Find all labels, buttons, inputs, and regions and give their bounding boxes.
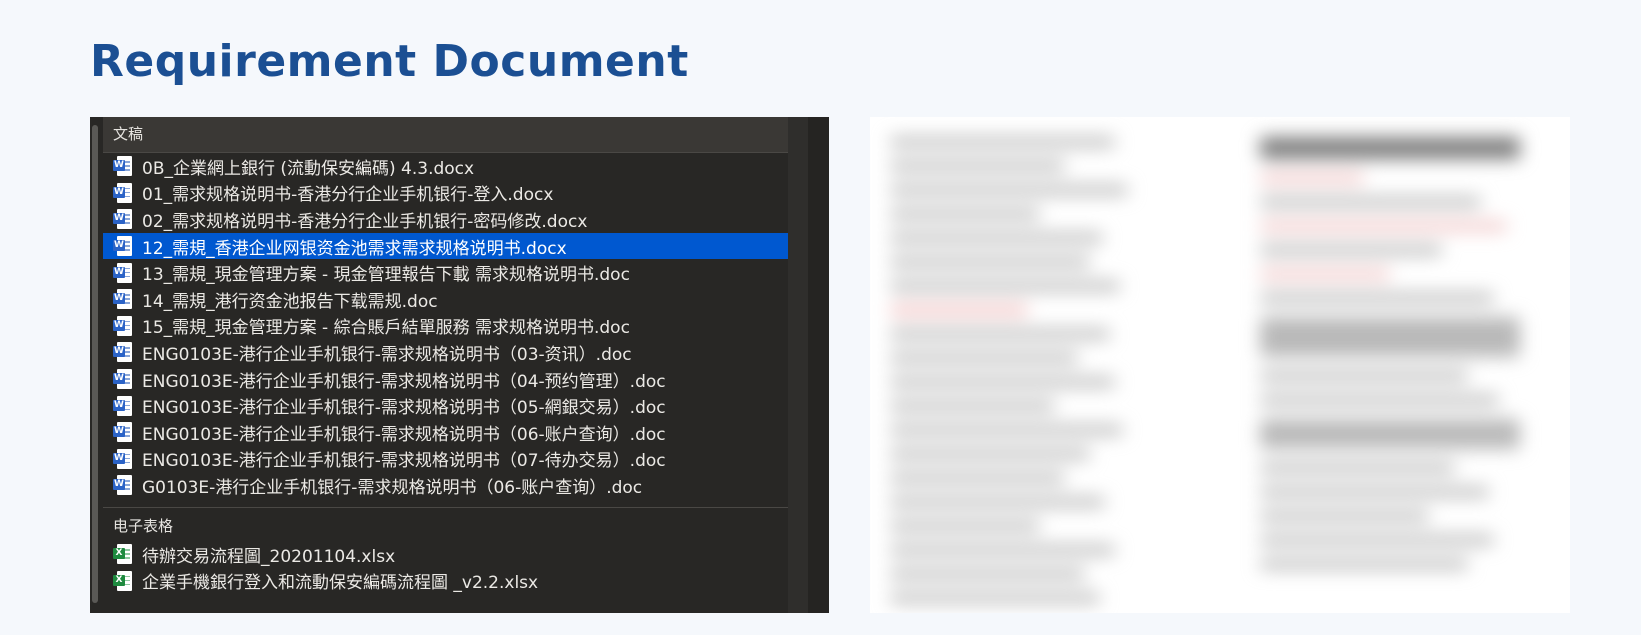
document-file-row[interactable]: W 02_需求规格说明书-香港分行企业手机银行-密码修改.docx	[103, 206, 788, 233]
file-name-label: ENG0103E-港行企业手机银行-需求规格说明书（04-预约管理）.doc	[142, 371, 666, 392]
preview-right-column	[1260, 137, 1520, 583]
scrollbar-thumb[interactable]	[92, 125, 98, 603]
document-file-row[interactable]: W 12_需規_香港企业网银资金池需求需求规格说明书.docx	[103, 232, 788, 260]
word-icon: W	[113, 235, 132, 257]
column-gutter	[808, 117, 829, 613]
finder-file-list-panel: 文稿 W 0B_企業網上銀行 (流動保安編碼) 4.3.docx W 01_需求规格说…	[90, 117, 829, 613]
file-name-label: 12_需規_香港企业网银资金池需求需求规格说明书.docx	[142, 238, 567, 259]
preview-left-column	[890, 137, 1140, 613]
file-name-label: 待辦交易流程圖_20201104.xlsx	[142, 546, 396, 567]
document-file-row[interactable]: W ENG0103E-港行企业手机银行-需求规格说明书（06-账户查询）.doc	[103, 419, 788, 446]
document-file-row[interactable]: W 14_需規_港行资金池报告下载需规.doc	[103, 286, 788, 313]
word-icon: W	[113, 262, 132, 284]
document-file-row[interactable]: W G0103E-港行企业手机银行-需求规格说明书（06-账户查询）.doc	[103, 472, 788, 499]
word-icon: W	[113, 288, 132, 310]
file-name-label: G0103E-港行企业手机银行-需求规格说明书（06-账户查询）.doc	[142, 477, 643, 498]
document-file-row[interactable]: W ENG0103E-港行企业手机银行-需求规格说明书（07-待办交易）.doc	[103, 446, 788, 473]
file-name-label: 0B_企業網上銀行 (流動保安編碼) 4.3.docx	[142, 158, 475, 179]
word-icon: W	[113, 368, 132, 390]
document-file-row[interactable]: W 0B_企業網上銀行 (流動保安編碼) 4.3.docx	[103, 153, 788, 180]
file-name-label: ENG0103E-港行企业手机银行-需求规格说明书（03-资讯）.doc	[142, 344, 632, 365]
file-name-label: ENG0103E-港行企业手机银行-需求规格说明书（06-账户查询）.doc	[142, 424, 666, 445]
word-icon: W	[113, 395, 132, 417]
spreadsheet-file-row[interactable]: X 企業手機銀行登入和流動保安編碼流程圖 _v2.2.xlsx	[103, 567, 788, 594]
document-file-row[interactable]: W 01_需求规格说明书-香港分行企业手机银行-登入.docx	[103, 180, 788, 207]
word-icon: W	[113, 208, 132, 230]
file-name-label: 14_需規_港行资金池报告下载需规.doc	[142, 291, 438, 312]
document-preview-blurred	[870, 117, 1570, 613]
document-file-row[interactable]: W 15_需規_現金管理方案 - 綜合賬戶結單服務 需求规格说明书.doc	[103, 313, 788, 340]
file-name-label: 13_需規_現金管理方案 - 現金管理報告下載 需求规格说明书.doc	[142, 265, 630, 286]
excel-icon: X	[113, 570, 132, 592]
file-name-label: 15_需規_現金管理方案 - 綜合賬戶結單服務 需求规格说明书.doc	[142, 318, 630, 339]
file-list: 文稿 W 0B_企業網上銀行 (流動保安編碼) 4.3.docx W 01_需求规格说…	[103, 117, 829, 594]
spreadsheet-file-row[interactable]: X 待辦交易流程圖_20201104.xlsx	[103, 541, 788, 568]
documents-list: W 0B_企業網上銀行 (流動保安編碼) 4.3.docx W 01_需求规格说明书-…	[103, 153, 829, 499]
document-file-row[interactable]: W 13_需規_現金管理方案 - 現金管理報告下載 需求规格说明书.doc	[103, 259, 788, 286]
word-icon: W	[113, 182, 132, 204]
file-name-label: 02_需求规格说明书-香港分行企业手机银行-密码修改.docx	[142, 211, 588, 232]
spreadsheets-list: X 待辦交易流程圖_20201104.xlsx X 企業手機銀行登入和流動保安編碼流程…	[103, 541, 829, 594]
file-name-label: ENG0103E-港行企业手机银行-需求规格说明书（07-待办交易）.doc	[142, 451, 666, 472]
word-icon: W	[113, 421, 132, 443]
excel-icon: X	[113, 543, 132, 565]
word-icon: W	[113, 155, 132, 177]
documents-section-header: 文稿	[103, 117, 788, 153]
file-name-label: ENG0103E-港行企业手机银行-需求规格说明书（05-網銀交易）.doc	[142, 398, 666, 419]
spreadsheets-section-header: 电子表格	[103, 506, 788, 541]
column-divider[interactable]	[788, 117, 808, 613]
word-icon: W	[113, 315, 132, 337]
document-file-row[interactable]: W ENG0103E-港行企业手机银行-需求规格说明书（04-预约管理）.doc	[103, 366, 788, 393]
word-icon: W	[113, 341, 132, 363]
file-name-label: 企業手機銀行登入和流動保安編碼流程圖 _v2.2.xlsx	[142, 573, 539, 594]
document-file-row[interactable]: W ENG0103E-港行企业手机银行-需求规格说明书（05-網銀交易）.doc	[103, 392, 788, 419]
word-icon: W	[113, 474, 132, 496]
word-icon: W	[113, 448, 132, 470]
document-file-row[interactable]: W ENG0103E-港行企业手机银行-需求规格说明书（03-资讯）.doc	[103, 339, 788, 366]
page-title: Requirement Document	[90, 36, 689, 87]
file-name-label: 01_需求规格说明书-香港分行企业手机银行-登入.docx	[142, 185, 554, 206]
